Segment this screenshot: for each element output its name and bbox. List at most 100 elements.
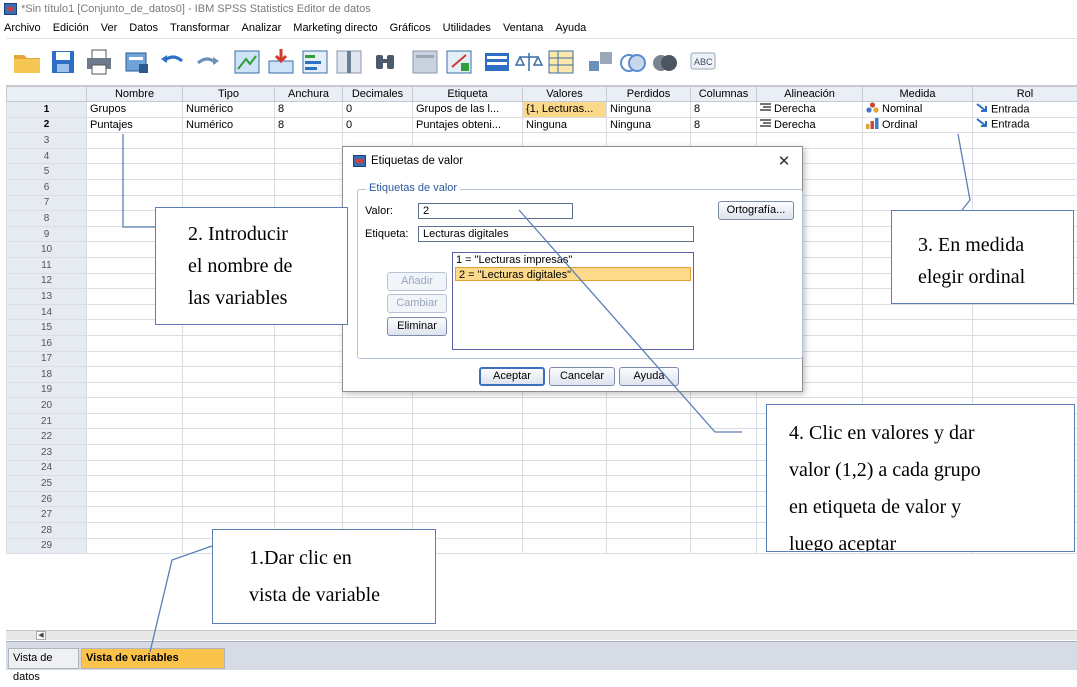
eliminar-button[interactable]: Eliminar [387,317,447,336]
empty-cell[interactable] [863,382,973,398]
close-icon[interactable]: ✕ [776,152,792,170]
insert-cases-icon[interactable] [410,47,440,77]
empty-cell[interactable] [87,148,183,164]
empty-cell[interactable] [607,491,691,507]
empty-cell[interactable] [343,398,413,414]
empty-cell[interactable] [183,491,275,507]
print-icon[interactable] [84,47,114,77]
empty-cell[interactable] [523,538,607,554]
empty-cell[interactable] [863,304,973,320]
show-all-variables-icon[interactable] [650,47,680,77]
empty-cell[interactable] [413,476,523,492]
col-header-rol[interactable]: Rol [973,87,1077,102]
empty-cell[interactable] [523,523,607,539]
empty-cell[interactable] [523,429,607,445]
cell-rol[interactable]: Entrada [973,117,1077,133]
cell-anchura[interactable]: 8 [275,102,343,118]
empty-cell[interactable] [87,507,183,523]
empty-cell[interactable] [275,382,343,398]
empty-cell[interactable] [87,179,183,195]
empty-cell[interactable] [87,367,183,383]
row-number[interactable]: 18 [7,367,87,383]
empty-cell[interactable] [87,413,183,429]
empty-cell[interactable] [275,164,343,180]
weight-cases-icon[interactable] [514,47,544,77]
empty-cell[interactable] [87,382,183,398]
cell-decimales[interactable]: 0 [343,117,413,133]
cell-tipo[interactable]: Numérico [183,117,275,133]
empty-cell[interactable] [973,148,1077,164]
empty-cell[interactable] [183,335,275,351]
open-folder-icon[interactable] [12,47,42,77]
empty-cell[interactable] [183,507,275,523]
empty-cell[interactable] [523,398,607,414]
go-to-case-icon[interactable] [232,47,262,77]
col-header-anchura[interactable]: Anchura [275,87,343,102]
empty-cell[interactable] [275,148,343,164]
row-number[interactable]: 22 [7,429,87,445]
empty-cell[interactable] [691,445,757,461]
menu-edicion[interactable]: Edición [53,22,89,34]
empty-cell[interactable] [973,335,1077,351]
menu-ver[interactable]: Ver [101,22,118,34]
empty-cell[interactable] [275,429,343,445]
empty-cell[interactable] [275,460,343,476]
empty-cell[interactable] [275,351,343,367]
empty-cell[interactable] [413,413,523,429]
menu-datos[interactable]: Datos [129,22,158,34]
use-sets-icon[interactable] [586,47,616,77]
empty-cell[interactable] [183,445,275,461]
empty-cell[interactable] [973,133,1077,149]
anadir-button[interactable]: Añadir [387,272,447,291]
list-item[interactable]: 1 = "Lecturas impresas" [453,253,693,267]
col-header-alineacion[interactable]: Alineación [757,87,863,102]
empty-cell[interactable] [183,164,275,180]
empty-cell[interactable] [863,367,973,383]
empty-cell[interactable] [87,460,183,476]
empty-cell[interactable] [183,351,275,367]
empty-cell[interactable] [973,320,1077,336]
redo-icon[interactable] [192,47,222,77]
empty-cell[interactable] [973,164,1077,180]
empty-cell[interactable] [413,507,523,523]
row-number[interactable]: 13 [7,289,87,305]
empty-cell[interactable] [523,476,607,492]
empty-cell[interactable] [691,398,757,414]
empty-cell[interactable] [607,413,691,429]
empty-cell[interactable] [863,320,973,336]
col-header-valores[interactable]: Valores [523,87,607,102]
empty-cell[interactable] [87,164,183,180]
row-number[interactable]: 26 [7,491,87,507]
menu-ventana[interactable]: Ventana [503,22,543,34]
empty-cell[interactable] [523,445,607,461]
cell-valores[interactable]: Ninguna [523,117,607,133]
etiqueta-input[interactable]: Lecturas digitales [418,226,694,242]
empty-cell[interactable] [183,133,275,149]
row-number[interactable]: 4 [7,148,87,164]
list-item-selected[interactable]: 2 = "Lecturas digitales" [455,267,691,281]
col-header-decimales[interactable]: Decimales [343,87,413,102]
empty-cell[interactable] [691,476,757,492]
cell-valores[interactable]: {1, Lecturas... [523,102,607,118]
empty-cell[interactable] [863,164,973,180]
row-number[interactable]: 16 [7,335,87,351]
empty-cell[interactable] [275,445,343,461]
empty-cell[interactable] [275,507,343,523]
row-number[interactable]: 6 [7,179,87,195]
col-header-columnas[interactable]: Columnas [691,87,757,102]
variables-icon[interactable] [300,47,330,77]
empty-cell[interactable] [691,413,757,429]
empty-cell[interactable] [275,335,343,351]
row-number[interactable]: 27 [7,507,87,523]
row-number[interactable]: 8 [7,211,87,227]
empty-cell[interactable] [863,179,973,195]
empty-cell[interactable] [183,179,275,195]
value-labels-icon[interactable] [482,47,512,77]
empty-cell[interactable] [343,476,413,492]
empty-cell[interactable] [691,538,757,554]
empty-cell[interactable] [343,507,413,523]
go-to-variable-icon[interactable] [266,47,296,77]
empty-cell[interactable] [607,398,691,414]
empty-cell[interactable] [87,351,183,367]
empty-cell[interactable] [607,476,691,492]
